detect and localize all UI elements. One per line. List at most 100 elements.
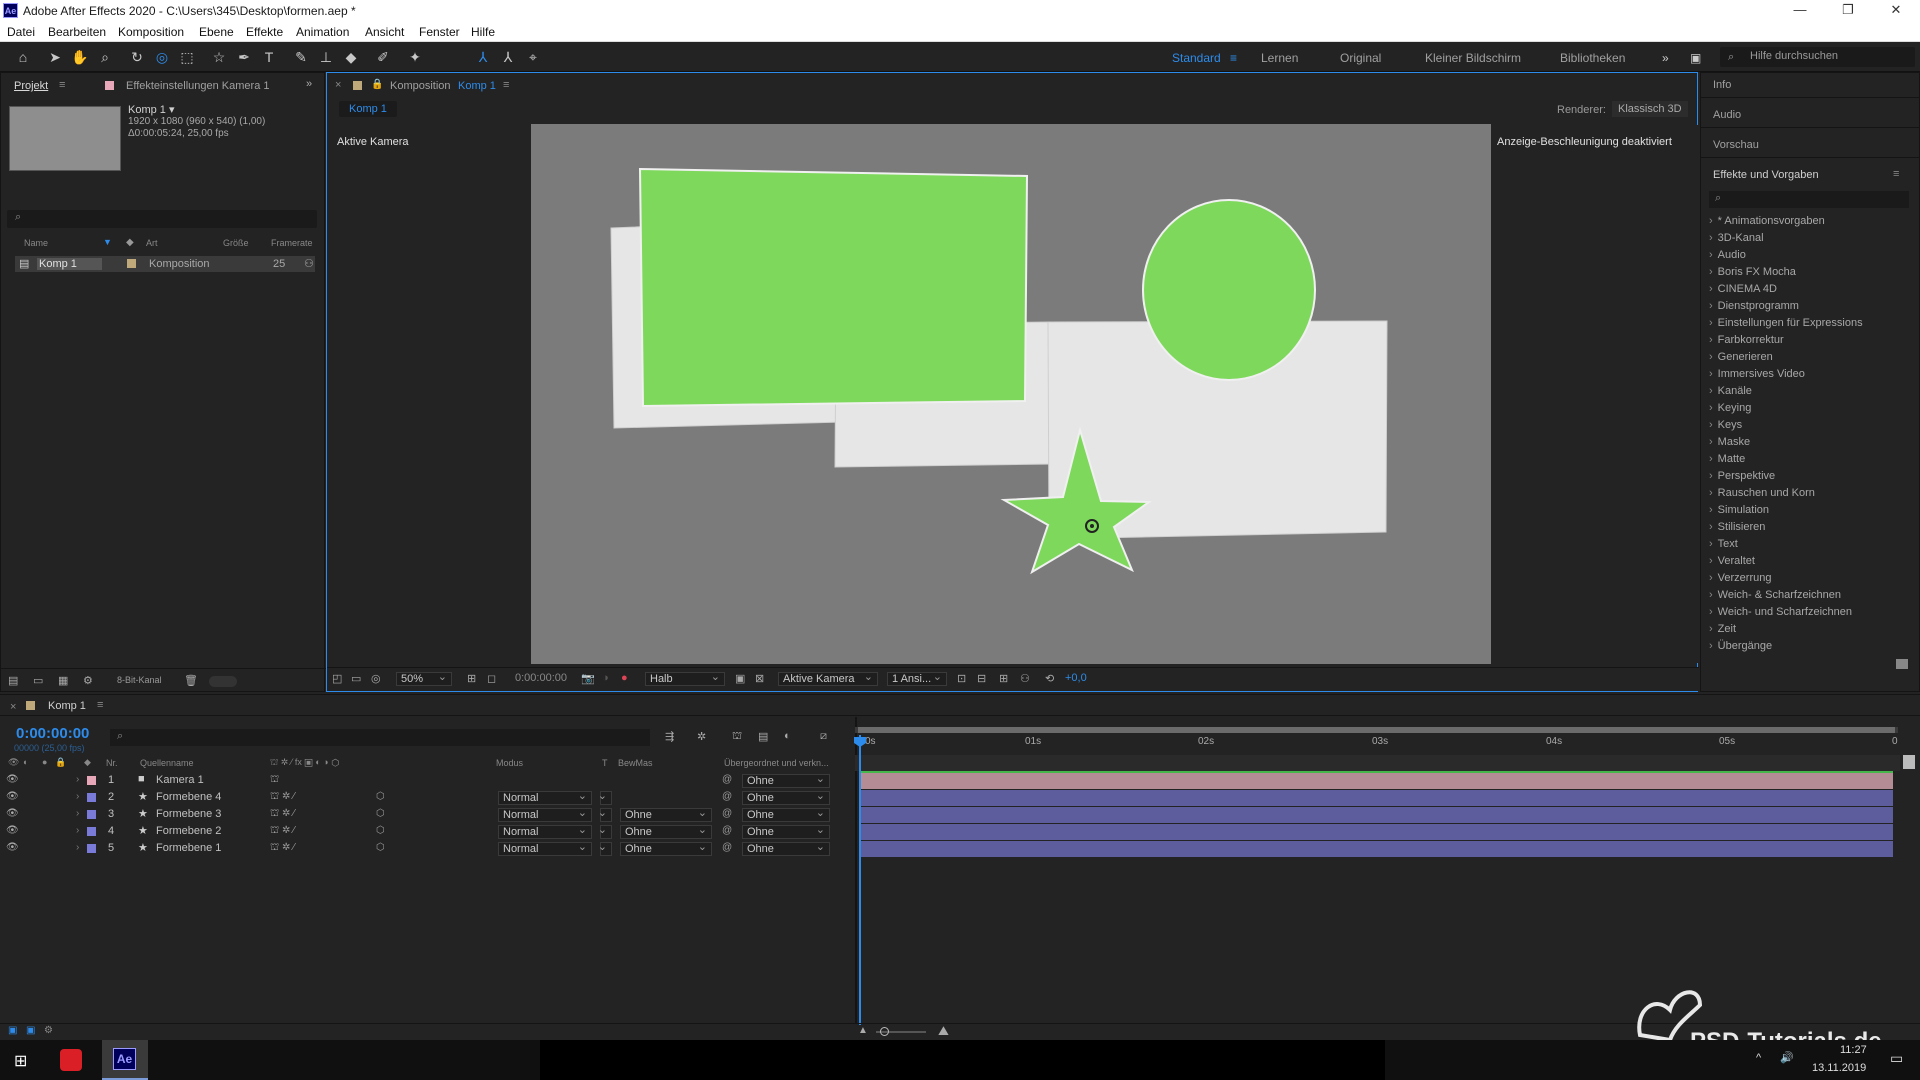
in-out-toggle-icon[interactable]: ⚙ xyxy=(44,1025,53,1036)
layer-duration-bar[interactable] xyxy=(860,773,1893,789)
panel-overflow-icon[interactable]: » xyxy=(306,78,312,90)
col-name[interactable]: Name xyxy=(24,238,48,252)
effects-category[interactable]: Verzerrung xyxy=(1709,572,1772,584)
pickwhip-icon[interactable]: @ xyxy=(722,774,732,785)
more-workspaces-icon[interactable]: » xyxy=(1662,51,1669,65)
timeline-timecode[interactable]: 0:00:00:00 xyxy=(16,725,89,742)
effects-category[interactable]: Keys xyxy=(1709,419,1742,431)
effects-category[interactable]: Perspektive xyxy=(1709,470,1775,482)
effects-category[interactable]: Farbkorrektur xyxy=(1709,334,1784,346)
layer-row[interactable]: 👁 › 1 ■ Kamera 1 ⛫ @ Ohne xyxy=(0,772,855,790)
layer-row[interactable]: 👁 › 3 ★ Formebene 3 ⛫ ✲ ⁄ ⬡ Normal Ohne @ Ohne xyxy=(0,806,855,824)
star-tool-icon[interactable]: ☆ xyxy=(208,47,230,67)
clock-date[interactable]: 13.11.2019 xyxy=(1812,1062,1866,1074)
effects-category[interactable]: Stilisieren xyxy=(1709,521,1766,533)
project-row-komp1[interactable]: ▤ Komp 1 Komposition 25 ⚇ xyxy=(15,256,315,272)
effects-category[interactable]: Immersives Video xyxy=(1709,368,1805,380)
3d-layer-icon[interactable]: ⬡ xyxy=(376,791,385,802)
col-groesse[interactable]: Größe xyxy=(223,238,249,252)
layer-label-color[interactable] xyxy=(87,776,96,785)
expand-chevron-icon[interactable]: › xyxy=(76,842,79,853)
eraser-tool-icon[interactable]: ◆ xyxy=(340,47,362,67)
col-parent[interactable]: Übergeordnet und verkn... xyxy=(724,758,829,768)
lock-icon[interactable]: 🔒 xyxy=(371,79,383,90)
text-tool-icon[interactable]: T xyxy=(258,47,280,67)
effects-category[interactable]: Boris FX Mocha xyxy=(1709,266,1796,278)
track-matte-select[interactable]: Ohne xyxy=(620,840,712,856)
track-matte-select[interactable]: Ohne xyxy=(620,823,712,839)
creative-cloud-icon[interactable] xyxy=(60,1049,82,1071)
tab-projekt[interactable]: Projekt xyxy=(14,80,48,92)
blend-mode-select[interactable]: Normal xyxy=(498,840,592,856)
preserve-transparency-box[interactable] xyxy=(598,806,612,822)
puppet-pin-icon[interactable]: ✦ xyxy=(404,47,426,67)
trash-icon[interactable]: 🗑 xyxy=(184,674,198,687)
panel-audio[interactable]: Audio xyxy=(1713,109,1741,121)
parent-select[interactable]: Ohne xyxy=(742,789,830,805)
effects-category[interactable]: 3D-Kanal xyxy=(1709,232,1764,244)
restore-icon[interactable]: ❐ xyxy=(1828,2,1868,20)
show-snapshot-icon[interactable]: ◑ xyxy=(602,672,609,684)
layer-label-color[interactable] xyxy=(87,844,96,853)
settings-icon[interactable]: ⚙ xyxy=(83,674,93,687)
blend-mode-select[interactable]: Normal xyxy=(498,789,592,805)
panel-info[interactable]: Info xyxy=(1713,79,1731,91)
layer-row[interactable]: 👁 › 5 ★ Formebene 1 ⛫ ✲ ⁄ ⬡ Normal Ohne @ Ohne xyxy=(0,840,855,858)
brush-tool-icon[interactable]: ✎ xyxy=(290,47,312,67)
taskbar-ae-button[interactable]: Ae xyxy=(102,1040,148,1080)
effects-category[interactable]: Keying xyxy=(1709,402,1752,414)
layer-switches-toggle-icon[interactable]: ▣ xyxy=(8,1025,17,1036)
timeline-tab[interactable]: Komp 1 xyxy=(48,700,86,712)
effects-search-input[interactable] xyxy=(1709,191,1909,208)
blend-mode-select[interactable]: Normal xyxy=(498,823,592,839)
col-art[interactable]: Art xyxy=(146,238,158,252)
toggle-mask-icon[interactable]: ◻ xyxy=(487,672,496,685)
layer-switches[interactable]: ⛫ xyxy=(270,774,279,787)
current-time[interactable]: 0:00:00:00 xyxy=(515,672,567,684)
workspace-lernen[interactable]: Lernen xyxy=(1261,51,1298,65)
flowchart-icon[interactable]: ⚇ xyxy=(304,257,314,270)
effects-category[interactable]: Rauschen und Korn xyxy=(1709,487,1815,499)
minimize-icon[interactable]: — xyxy=(1780,2,1820,20)
work-area-range[interactable] xyxy=(858,727,1895,733)
snapshot-icon[interactable]: 📷 xyxy=(581,672,595,685)
layer-switches[interactable]: ⛫ ✲ ⁄ xyxy=(270,842,295,855)
clock-time[interactable]: 11:27 xyxy=(1840,1044,1867,1056)
eye-icon[interactable]: 👁 xyxy=(6,825,19,837)
effects-category[interactable]: Matte xyxy=(1709,453,1746,465)
parent-select[interactable]: Ohne xyxy=(742,806,830,822)
effects-category[interactable]: Text xyxy=(1709,538,1738,550)
layer-name[interactable]: Kamera 1 xyxy=(156,774,204,786)
panel-menu-icon[interactable]: ≡ xyxy=(1893,168,1899,180)
layer-name[interactable]: Formebene 1 xyxy=(156,842,221,854)
tab-effekteinstellungen[interactable]: Effekteinstellungen Kamera 1 xyxy=(126,80,270,92)
rotate-tool-icon[interactable]: ↻ xyxy=(126,47,148,67)
sync-settings-icon[interactable]: ▣ xyxy=(1690,51,1701,65)
effects-category[interactable]: * Animationsvorgaben xyxy=(1709,215,1825,227)
effects-category[interactable]: CINEMA 4D xyxy=(1709,283,1777,295)
parent-select[interactable]: Ohne xyxy=(742,772,830,788)
layer-duration-bar[interactable] xyxy=(860,824,1893,840)
layer-name[interactable]: Formebene 2 xyxy=(156,825,221,837)
roto-brush-icon[interactable]: ✐ xyxy=(372,47,394,67)
effects-category[interactable]: Veraltet xyxy=(1709,555,1755,567)
monitor-icon[interactable]: ▭ xyxy=(351,672,361,685)
audio-switch-icon[interactable]: ◖ xyxy=(22,757,27,767)
channel-icon[interactable]: ● xyxy=(621,672,628,684)
pen-tool-icon[interactable]: ✒ xyxy=(233,47,255,67)
layer-name[interactable]: Formebene 4 xyxy=(156,791,221,803)
shy-icon[interactable]: ⛫ xyxy=(732,730,742,744)
comp-canvas[interactable] xyxy=(531,124,1491,664)
thumbnail-slider[interactable] xyxy=(209,676,237,687)
layer-duration-bar[interactable] xyxy=(860,807,1893,823)
layer-row[interactable]: 👁 › 2 ★ Formebene 4 ⛫ ✲ ⁄ ⬡ Normal @ Ohne xyxy=(0,789,855,807)
region-of-interest-icon[interactable]: ▣ xyxy=(735,672,745,685)
eye-icon[interactable]: 👁 xyxy=(6,774,19,786)
solo-icon[interactable]: ● xyxy=(42,757,47,767)
effects-category[interactable]: Weich- & Scharfzeichnen xyxy=(1709,589,1841,601)
green-rectangle[interactable] xyxy=(638,167,1029,408)
axis-local-icon[interactable]: ⅄ xyxy=(472,47,494,67)
col-framerate[interactable]: Framerate xyxy=(271,238,313,252)
draft-3d-icon[interactable]: ✲ xyxy=(697,730,706,743)
effects-category[interactable]: Zeit xyxy=(1709,623,1736,635)
